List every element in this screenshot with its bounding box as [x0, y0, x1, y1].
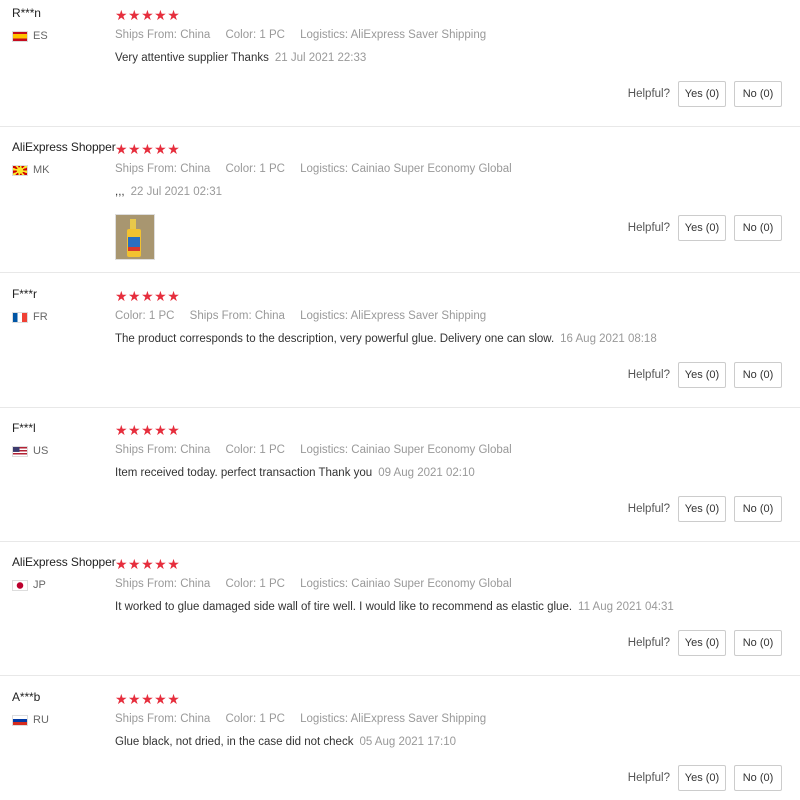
star-rating: ★★★★★ — [115, 422, 181, 438]
reviewer-country: FR — [12, 311, 48, 323]
helpful-section: Helpful? Yes (0) No (0) — [628, 630, 782, 656]
helpful-no-button[interactable]: No (0) — [734, 362, 782, 388]
helpful-no-button[interactable]: No (0) — [734, 215, 782, 241]
helpful-section: Helpful? Yes (0) No (0) — [628, 81, 782, 107]
helpful-no-button[interactable]: No (0) — [734, 630, 782, 656]
review-date: 22 Jul 2021 02:31 — [130, 186, 223, 198]
order-info: Ships From: China Color: 1 PC Logistics:… — [115, 444, 512, 456]
review-item: R***n ES ★★★★★ Ships From: China Color: … — [0, 0, 800, 127]
order-info: Ships From: China Color: 1 PC Logistics:… — [115, 29, 487, 41]
order-info: Ships From: China Color: 1 PC Logistics:… — [115, 713, 487, 725]
reviewer-country: US — [12, 445, 48, 457]
reviewer-country: JP — [12, 579, 46, 591]
helpful-label: Helpful? — [627, 772, 670, 784]
country-code: ES — [33, 30, 48, 42]
glue-bottle-image — [116, 215, 154, 259]
helpful-section: Helpful? Yes (0) No (0) — [628, 362, 782, 388]
reviewer-country: ES — [12, 30, 48, 42]
helpful-yes-button[interactable]: Yes (0) — [678, 496, 726, 522]
helpful-label: Helpful? — [627, 369, 670, 381]
reviewer-name: A***b — [12, 690, 41, 704]
helpful-yes-button[interactable]: Yes (0) — [678, 215, 726, 241]
helpful-no-button[interactable]: No (0) — [734, 496, 782, 522]
star-rating: ★★★★★ — [115, 7, 181, 23]
order-info: Ships From: China Color: 1 PC Logistics:… — [115, 163, 512, 175]
star-rating: ★★★★★ — [115, 288, 181, 304]
russia-flag-icon — [12, 714, 28, 726]
review-date: 09 Aug 2021 02:10 — [378, 467, 475, 479]
reviewer-name: R***n — [12, 6, 41, 20]
review-item: AliExpress Shopper MK ★★★★★ Ships From: … — [0, 134, 800, 273]
order-info: Ships From: China Color: 1 PC Logistics:… — [115, 578, 512, 590]
country-code: JP — [33, 579, 46, 591]
spain-flag-icon — [12, 30, 28, 42]
review-text: Item received today. perfect transaction… — [115, 467, 475, 479]
helpful-label: Helpful? — [627, 88, 670, 100]
helpful-no-button[interactable]: No (0) — [734, 81, 782, 107]
review-text: Very attentive supplier Thanks 21 Jul 202… — [115, 52, 367, 64]
country-code: MK — [33, 164, 50, 176]
reviewer-country: RU — [12, 714, 49, 726]
review-date: 05 Aug 2021 17:10 — [359, 736, 457, 748]
review-text: The product corresponds to the descripti… — [115, 333, 657, 345]
reviewer-country: MK — [12, 164, 50, 176]
macedonia-flag-icon — [12, 164, 28, 176]
star-rating: ★★★★★ — [115, 556, 181, 572]
review-date: 16 Aug 2021 08:18 — [560, 333, 657, 345]
order-info: Color: 1 PC Ships From: China Logistics:… — [115, 310, 487, 322]
review-item: A***b RU ★★★★★ Ships From: China Color: … — [0, 684, 800, 800]
reviewer-name: F***r — [12, 287, 37, 301]
helpful-yes-button[interactable]: Yes (0) — [678, 362, 726, 388]
japan-flag-icon — [12, 579, 28, 591]
helpful-label: Helpful? — [627, 637, 670, 649]
reviewer-name: AliExpress Shopper — [12, 140, 116, 154]
review-text: It worked to glue damaged side wall of t… — [115, 601, 674, 613]
reviewer-name: AliExpress Shopper — [12, 555, 116, 569]
country-code: US — [33, 445, 49, 457]
helpful-section: Helpful? Yes (0) No (0) — [628, 215, 782, 241]
review-text: ,,, 22 Jul 2021 02:31 — [115, 186, 223, 198]
review-text: Glue black, not dried, in the case did n… — [115, 736, 457, 748]
helpful-label: Helpful? — [627, 222, 670, 234]
france-flag-icon — [12, 311, 28, 323]
helpful-yes-button[interactable]: Yes (0) — [678, 765, 726, 791]
helpful-yes-button[interactable]: Yes (0) — [678, 630, 726, 656]
helpful-label: Helpful? — [627, 503, 670, 515]
review-date: 21 Jul 2021 22:33 — [274, 52, 367, 64]
helpful-no-button[interactable]: No (0) — [734, 765, 782, 791]
review-item: AliExpress Shopper JP ★★★★★ Ships From: … — [0, 549, 800, 676]
helpful-yes-button[interactable]: Yes (0) — [678, 81, 726, 107]
review-item: F***r FR ★★★★★ Color: 1 PC Ships From: C… — [0, 281, 800, 408]
review-item: F***l US ★★★★★ Ships From: China Color: … — [0, 415, 800, 542]
usa-flag-icon — [12, 445, 28, 457]
helpful-section: Helpful? Yes (0) No (0) — [628, 496, 782, 522]
star-rating: ★★★★★ — [115, 141, 181, 157]
review-date: 11 Aug 2021 04:31 — [578, 601, 674, 613]
country-code: RU — [33, 714, 49, 726]
review-photo-thumbnail[interactable] — [115, 214, 155, 260]
reviewer-name: F***l — [12, 421, 36, 435]
helpful-section: Helpful? Yes (0) No (0) — [628, 765, 782, 791]
star-rating: ★★★★★ — [115, 691, 181, 707]
country-code: FR — [33, 311, 48, 323]
